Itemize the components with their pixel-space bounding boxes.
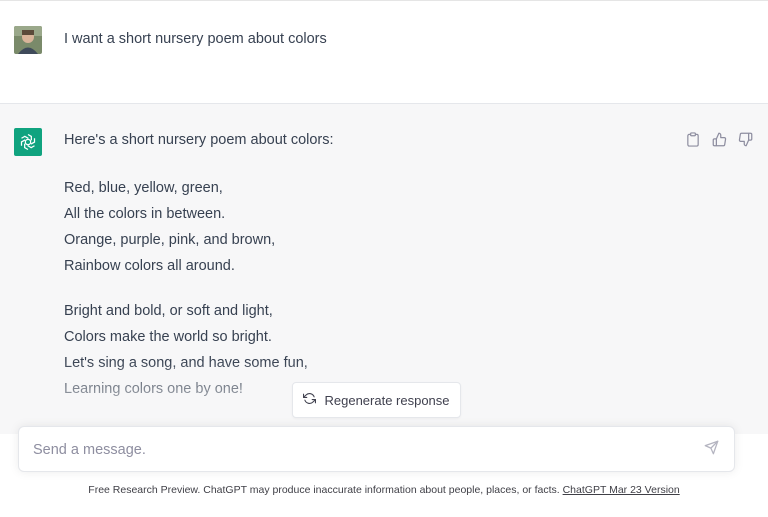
user-avatar [14,26,42,54]
message-actions [684,130,754,148]
message-input[interactable] [33,439,673,461]
clipboard-icon[interactable] [684,130,702,148]
send-icon [704,440,719,460]
poem-line: Let's sing a song, and have some fun, [64,355,308,371]
poem-line: All the colors in between. [64,206,226,222]
footer-text: Free Research Preview. ChatGPT may produ… [88,484,560,496]
refresh-icon [303,392,317,408]
poem-line: Colors make the world so bright. [64,329,272,345]
poem-line: Rainbow colors all around. [64,258,235,274]
thumbs-down-icon[interactable] [736,130,754,148]
poem-line: Red, blue, yellow, green, [64,180,223,196]
response-intro: Here's a short nursery poem about colors… [64,132,334,148]
poem-line: Bright and bold, or soft and light, [64,303,273,319]
regenerate-label: Regenerate response [324,392,450,408]
regenerate-response-button[interactable]: Regenerate response [292,382,461,418]
thumbs-up-icon[interactable] [710,130,728,148]
chatgpt-logo-icon [14,128,42,156]
user-message-text: I want a short nursery poem about colors [64,31,327,47]
user-message: I want a short nursery poem about colors [0,3,768,104]
message-composer [18,426,735,472]
version-link[interactable]: ChatGPT Mar 23 Version [563,484,680,496]
poem-stanza-1: Red, blue, yellow, green, All the colors… [64,175,334,279]
assistant-response: Here's a short nursery poem about colors… [64,130,334,402]
footer-disclaimer: Free Research Preview. ChatGPT may produ… [0,484,768,496]
send-button[interactable] [702,440,720,460]
poem-line: Orange, purple, pink, and brown, [64,232,276,248]
